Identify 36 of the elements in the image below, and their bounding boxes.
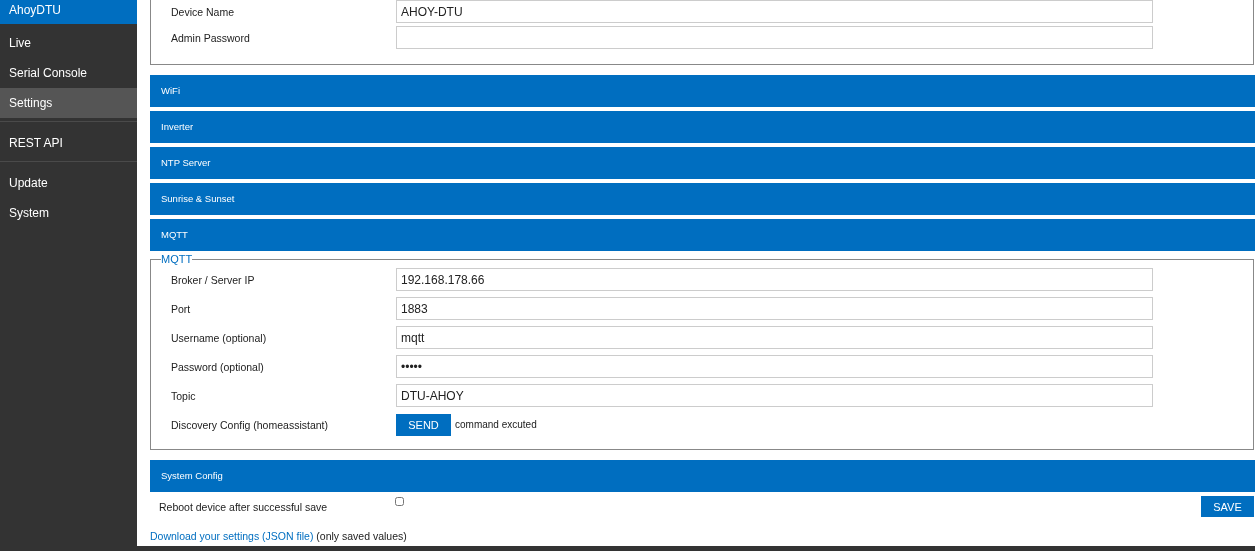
input-field[interactable]: 1883	[396, 297, 1153, 320]
status-text: command excuted	[455, 419, 537, 430]
section-header[interactable]: System Config	[150, 460, 1255, 492]
save-button[interactable]: SAVE	[1201, 496, 1254, 517]
nav-item[interactable]: REST API	[0, 128, 137, 158]
section-header[interactable]: Sunrise & Sunset	[150, 183, 1255, 215]
input-field[interactable]	[396, 26, 1153, 49]
send-button[interactable]: SEND	[396, 413, 451, 436]
reboot-checkbox[interactable]	[395, 497, 404, 506]
panel-legend: MQTT	[161, 253, 193, 265]
field-label: Port	[171, 302, 192, 315]
download-link[interactable]: Download your settings (JSON file)	[150, 530, 314, 542]
field-label: Topic	[171, 389, 197, 402]
field-label: Discovery Config (homeassistant)	[171, 418, 329, 431]
field-label: Password (optional)	[171, 360, 265, 373]
nav-item[interactable]: Serial Console	[0, 58, 137, 88]
brand-title[interactable]: AhoyDTU	[0, 0, 137, 24]
section-header[interactable]: WiFi	[150, 75, 1255, 107]
section-header[interactable]: Inverter	[150, 111, 1255, 143]
input-field[interactable]: 192.168.178.66	[396, 268, 1153, 291]
input-field[interactable]: mqtt	[396, 326, 1153, 349]
section-header[interactable]: MQTT	[150, 219, 1255, 251]
input-field[interactable]: AHOY-DTU	[396, 0, 1153, 23]
field-label: Admin Password	[171, 31, 251, 44]
input-field[interactable]: DTU-AHOY	[396, 384, 1153, 407]
field-label: Device Name	[171, 5, 236, 18]
nav-item[interactable]: Update	[0, 168, 137, 198]
field-label: Username (optional)	[171, 331, 268, 344]
nav-item[interactable]: System	[0, 198, 137, 228]
nav-item[interactable]: Live	[0, 28, 137, 58]
download-text: Download your settings (JSON file) (only saved values)	[150, 530, 408, 542]
section-header[interactable]: NTP Server	[150, 147, 1255, 179]
input-field[interactable]: •••••	[396, 355, 1153, 378]
field-label: Reboot device after successful save	[159, 501, 329, 513]
nav-item[interactable]: Settings	[0, 88, 137, 118]
field-label: Broker / Server IP	[171, 273, 256, 286]
